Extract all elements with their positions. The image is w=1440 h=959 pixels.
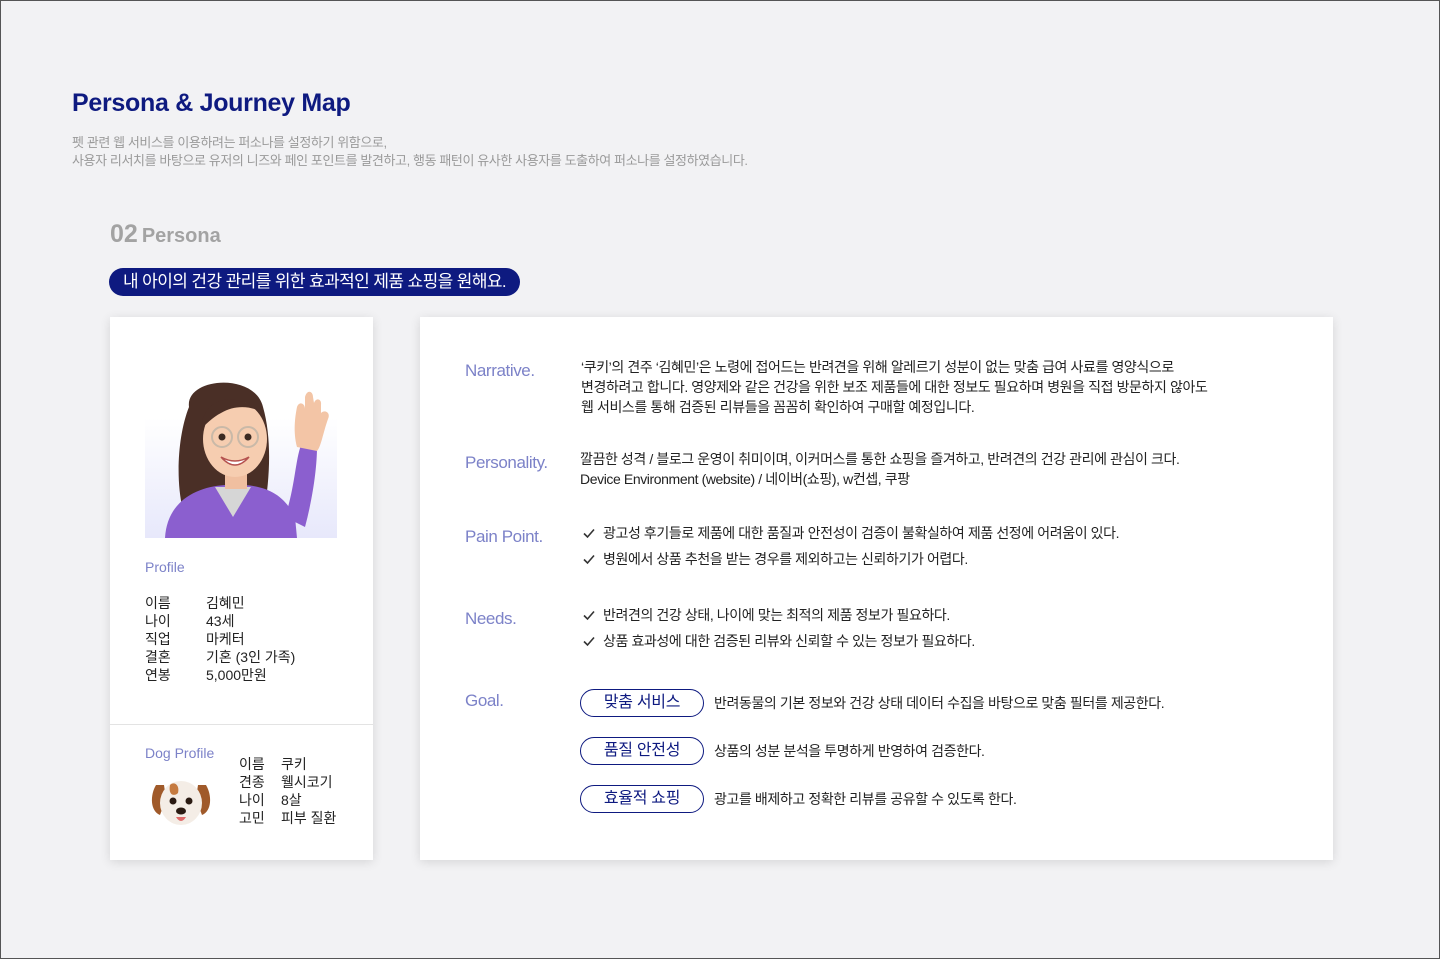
goal-item: 맞춤 서비스 반려동물의 기본 정보와 건강 상태 데이터 수집을 바탕으로 맞… bbox=[580, 689, 1165, 717]
section-label: 02 Persona bbox=[110, 220, 221, 249]
profile-value: 5,000만원 bbox=[206, 667, 267, 683]
goal-tag: 맞춤 서비스 bbox=[580, 689, 704, 717]
dog-profile-heading: Dog Profile bbox=[145, 745, 215, 761]
intro-line-2: 사용자 리서치를 바탕으로 유저의 니즈와 페인 포인트를 발견하고, 행동 패… bbox=[72, 153, 748, 168]
dog-key: 고민 bbox=[239, 810, 265, 826]
profile-row-salary: 연봉 5,000만원 bbox=[145, 666, 295, 684]
profile-card: Profile 이름 김혜민 나이 43세 직업 마케터 결혼 기혼 (3인 가족) 연… bbox=[110, 317, 373, 860]
dog-key: 이름 bbox=[239, 756, 265, 772]
profile-value: 마케터 bbox=[206, 631, 245, 647]
pain-point-list: 광고성 후기들로 제품에 대한 품질과 안전성이 검증이 불확실하여 제품 선정… bbox=[581, 520, 1120, 572]
profile-row-age: 나이 43세 bbox=[145, 612, 295, 630]
narrative-label: Narrative. bbox=[465, 361, 535, 380]
dog-info-table: 이름 쿠키 견종 웰시코기 나이 8살 고민 피부 질환 bbox=[239, 755, 336, 827]
narrative-line: ‘쿠키’의 견주 ‘김혜민’은 노령에 접어드는 반려견을 위해 알레르기 성분… bbox=[581, 359, 1174, 375]
check-icon bbox=[583, 636, 595, 647]
goal-text: 광고를 배제하고 정확한 리뷰를 공유할 수 있도록 한다. bbox=[714, 791, 1017, 807]
section-number: 02 bbox=[110, 220, 138, 248]
profile-key: 결혼 bbox=[145, 649, 171, 665]
profile-row-job: 직업 마케터 bbox=[145, 630, 295, 648]
dog-value: 8살 bbox=[281, 792, 302, 808]
profile-info-table: 이름 김혜민 나이 43세 직업 마케터 결혼 기혼 (3인 가족) 연봉 5,000만원 bbox=[145, 594, 295, 684]
needs-text: 상품 효과성에 대한 검증된 리뷰와 신뢰할 수 있는 정보가 필요하다. bbox=[603, 633, 975, 649]
dog-value: 쿠키 bbox=[281, 756, 307, 772]
profile-key: 직업 bbox=[145, 631, 171, 647]
goal-item: 품질 안전성 상품의 성분 분석을 투명하게 반영하여 검증한다. bbox=[580, 737, 985, 765]
needs-item: 반려견의 건강 상태, 나이에 맞는 최적의 제품 정보가 필요하다. bbox=[581, 602, 975, 628]
goal-item: 효율적 쇼핑 광고를 배제하고 정확한 리뷰를 공유할 수 있도록 한다. bbox=[580, 785, 1017, 813]
section-name: Persona bbox=[141, 225, 221, 247]
dog-value: 피부 질환 bbox=[281, 810, 337, 826]
page-title: Persona & Journey Map bbox=[72, 89, 351, 117]
goal-tag: 품질 안전성 bbox=[580, 737, 704, 765]
persona-detail-card: Narrative. ‘쿠키’의 견주 ‘김혜민’은 노령에 접어드는 반려견을… bbox=[420, 317, 1333, 860]
pain-point-text: 병원에서 상품 추천을 받는 경우를 제외하고는 신뢰하기가 어렵다. bbox=[603, 551, 968, 567]
narrative-text: ‘쿠키’의 견주 ‘김혜민’은 노령에 접어드는 반려견을 위해 알레르기 성분… bbox=[581, 357, 1208, 417]
profile-value: 43세 bbox=[206, 613, 235, 629]
profile-key: 연봉 bbox=[145, 667, 171, 683]
pain-point-item: 광고성 후기들로 제품에 대한 품질과 안전성이 검증이 불확실하여 제품 선정… bbox=[581, 520, 1120, 546]
needs-item: 상품 효과성에 대한 검증된 리뷰와 신뢰할 수 있는 정보가 필요하다. bbox=[581, 628, 975, 654]
profile-divider bbox=[110, 724, 373, 725]
dog-row-name: 이름 쿠키 bbox=[239, 755, 336, 773]
page-frame: Persona & Journey Map 펫 관련 웹 서비스를 이용하려는 … bbox=[0, 0, 1440, 959]
intro-line-1: 펫 관련 웹 서비스를 이용하려는 퍼소나를 설정하기 위함으로, bbox=[72, 135, 387, 150]
dog-value: 웰시코기 bbox=[281, 774, 333, 790]
needs-text: 반려견의 건강 상태, 나이에 맞는 최적의 제품 정보가 필요하다. bbox=[603, 607, 950, 623]
dog-key: 견종 bbox=[239, 774, 265, 790]
needs-label: Needs. bbox=[465, 609, 517, 628]
dog-face-icon bbox=[148, 775, 214, 831]
narrative-line: 변경하려고 합니다. 영양제와 같은 건강을 위한 보조 제품들에 대한 정보도… bbox=[581, 379, 1208, 395]
dog-row-breed: 견종 웰시코기 bbox=[239, 773, 336, 791]
dog-row-age: 나이 8살 bbox=[239, 791, 336, 809]
check-icon bbox=[583, 528, 595, 539]
personality-label: Personality. bbox=[465, 453, 548, 472]
persona-avatar-image bbox=[145, 367, 337, 538]
profile-heading: Profile bbox=[145, 559, 185, 575]
goal-tag: 효율적 쇼핑 bbox=[580, 785, 704, 813]
goal-label: Goal. bbox=[465, 691, 504, 710]
pain-point-label: Pain Point. bbox=[465, 527, 543, 546]
check-icon bbox=[583, 554, 595, 565]
profile-value: 김혜민 bbox=[206, 595, 245, 611]
pain-point-item: 병원에서 상품 추천을 받는 경우를 제외하고는 신뢰하기가 어렵다. bbox=[581, 546, 1119, 572]
narrative-line: 웹 서비스를 통해 검증된 리뷰들을 꼼꼼히 확인하여 구매할 예정입니다. bbox=[581, 399, 975, 415]
profile-key: 이름 bbox=[145, 595, 171, 611]
profile-key: 나이 bbox=[145, 613, 171, 629]
pain-point-text: 광고성 후기들로 제품에 대한 품질과 안전성이 검증이 불확실하여 제품 선정… bbox=[603, 525, 1120, 541]
personality-line: 깔끔한 성격 / 블로그 운영이 취미이며, 이커머스를 통한 쇼핑을 즐겨하고… bbox=[580, 451, 1180, 467]
profile-value: 기혼 (3인 가족) bbox=[206, 649, 296, 665]
needs-list: 반려견의 건강 상태, 나이에 맞는 최적의 제품 정보가 필요하다. 상품 효… bbox=[581, 602, 975, 654]
personality-line: Device Environment (website) / 네이버(쇼핑), … bbox=[580, 471, 910, 487]
persona-quote: 내 아이의 건강 관리를 위한 효과적인 제품 쇼핑을 원해요. bbox=[109, 268, 521, 296]
personality-text: 깔끔한 성격 / 블로그 운영이 취미이며, 이커머스를 통한 쇼핑을 즐겨하고… bbox=[580, 449, 1180, 489]
goal-text: 반려동물의 기본 정보와 건강 상태 데이터 수집을 바탕으로 맞춤 필터를 제… bbox=[714, 695, 1165, 711]
dog-row-concern: 고민 피부 질환 bbox=[239, 809, 336, 827]
profile-row-marriage: 결혼 기혼 (3인 가족) bbox=[145, 648, 295, 666]
check-icon bbox=[583, 610, 595, 621]
goal-text: 상품의 성분 분석을 투명하게 반영하여 검증한다. bbox=[714, 743, 985, 759]
profile-row-name: 이름 김혜민 bbox=[145, 594, 295, 612]
dog-key: 나이 bbox=[239, 792, 265, 808]
intro-text: 펫 관련 웹 서비스를 이용하려는 퍼소나를 설정하기 위함으로, 사용자 리서… bbox=[72, 134, 748, 170]
